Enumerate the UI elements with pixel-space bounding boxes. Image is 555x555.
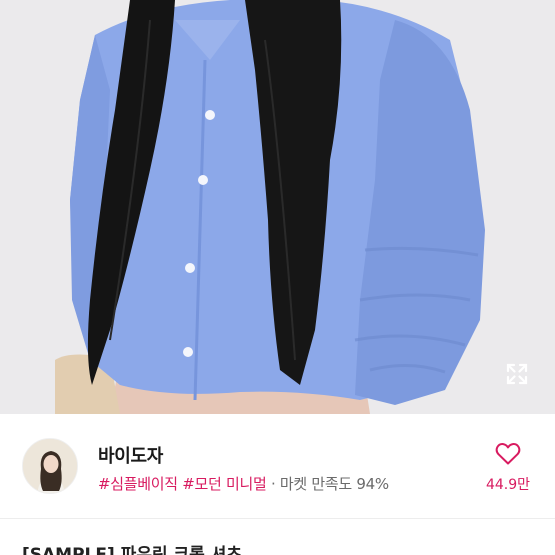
heart-icon <box>495 443 521 465</box>
seller-info-row: 바이도자 #심플베이직 #모던 미니멀 · 마켓 만족도 94% 44.9만 <box>0 414 555 518</box>
expand-icon <box>506 363 528 385</box>
satisfaction-value: 94% <box>356 475 389 493</box>
section-divider <box>0 518 555 519</box>
tag-separator: · <box>270 475 276 493</box>
product-detail-screen: 바이도자 #심플베이직 #모던 미니멀 · 마켓 만족도 94% 44.9만 [… <box>0 0 555 555</box>
satisfaction-label: 마켓 만족도 <box>279 475 352 493</box>
product-title: [SAMPLE] 파우린 크롭 셔츠 <box>22 545 242 555</box>
like-count: 44.9만 <box>485 477 531 493</box>
seller-name[interactable]: 바이도자 <box>98 442 163 468</box>
seller-avatar-image <box>23 439 77 493</box>
expand-image-button[interactable] <box>505 362 529 386</box>
product-photo-illustration <box>0 0 555 414</box>
product-image[interactable] <box>0 0 555 414</box>
seller-tag[interactable]: #심플베이직 <box>98 475 178 493</box>
seller-tags: #심플베이직 #모던 미니멀 · 마켓 만족도 94% <box>98 473 389 494</box>
seller-tag[interactable]: #모던 미니멀 <box>182 475 267 493</box>
like-button[interactable]: 44.9만 <box>483 442 533 494</box>
avatar[interactable] <box>22 438 78 494</box>
